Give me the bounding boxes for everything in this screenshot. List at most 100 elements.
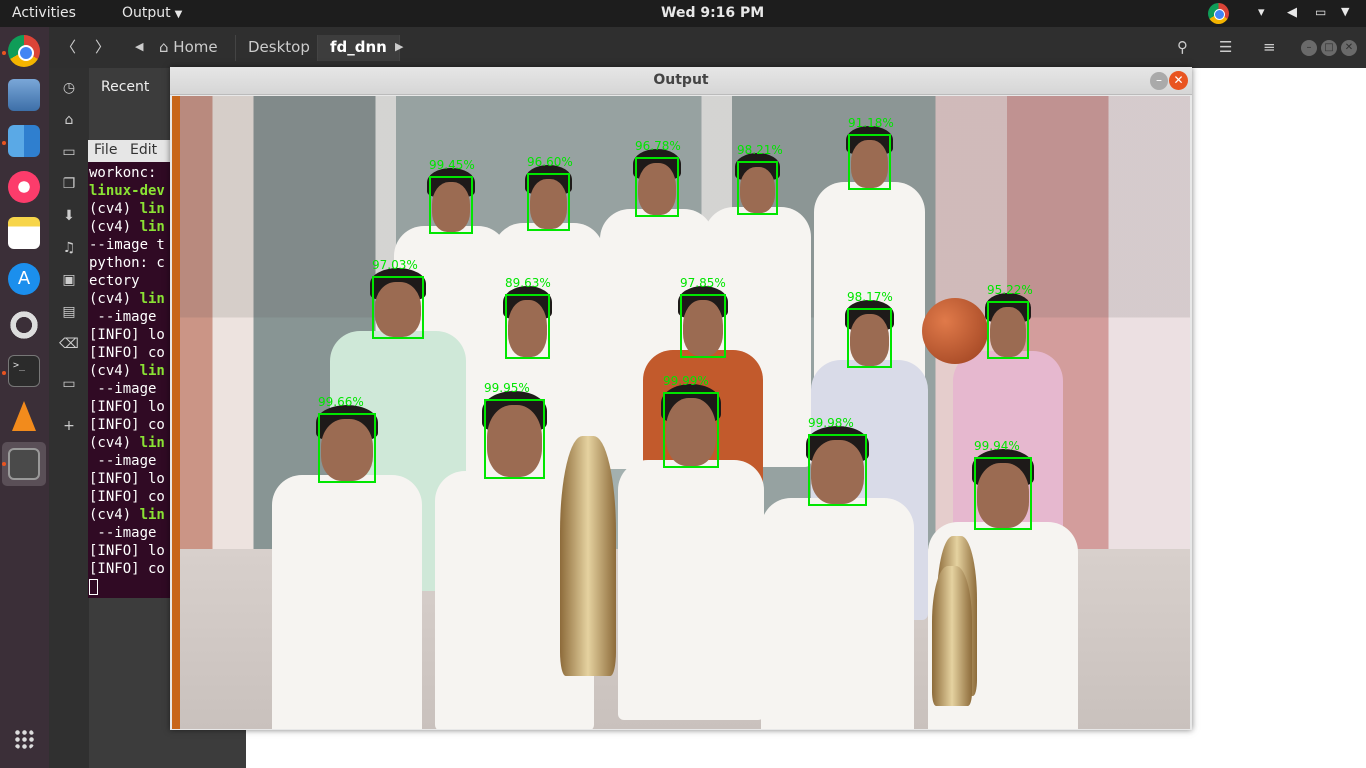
forward-icon[interactable]: 〉 <box>95 35 121 61</box>
face-detection-box <box>484 399 545 479</box>
minimize-icon[interactable]: – <box>1301 40 1317 56</box>
photo-frame-edge <box>172 96 180 729</box>
file-manager-header: 〈 〉 ◀ ⌂ Home Desktop fd_dnn ▶ ⚲ ☰ ≡ – □ … <box>49 27 1366 68</box>
breadcrumb-home[interactable]: ⌂ Home <box>159 35 218 61</box>
output-titlebar[interactable]: Output – ✕ <box>170 67 1192 95</box>
documents-icon[interactable]: ❐ <box>59 174 79 194</box>
confidence-label: 97.03% <box>372 258 418 272</box>
clock[interactable]: Wed 9:16 PM <box>661 5 764 21</box>
terminal-line: (cv4) lin <box>89 435 165 451</box>
terminal-output: workonc: linux-dev (cv4) lin (cv4) lin --ima… <box>89 164 165 596</box>
view-options-icon[interactable]: ☰ <box>1219 35 1232 61</box>
close-icon[interactable]: ✕ <box>1341 40 1357 56</box>
face-detection-box <box>505 294 550 359</box>
confidence-label: 98.21% <box>737 143 783 157</box>
maximize-icon[interactable]: □ <box>1321 40 1337 56</box>
face-detection-box <box>848 134 891 190</box>
face-detection-box <box>429 176 473 234</box>
terminal-line: python: c <box>89 255 165 271</box>
downloads-icon[interactable]: ⬇ <box>59 206 79 226</box>
terminal-icon[interactable]: >_ <box>8 355 40 387</box>
app-menu-label: Output <box>122 5 171 21</box>
vlc-icon[interactable] <box>8 401 40 433</box>
help-icon[interactable] <box>8 309 40 341</box>
confidence-label: 99.45% <box>429 158 475 172</box>
breadcrumb-current[interactable]: fd_dnn <box>317 35 400 61</box>
terminal-line: (cv4) lin <box>89 363 165 379</box>
terminal-line: [INFO] lo <box>89 327 165 343</box>
close-icon[interactable]: ✕ <box>1169 71 1188 90</box>
person-body <box>618 460 764 720</box>
terminal-line: --image <box>89 381 157 397</box>
face-detection-box <box>808 434 867 506</box>
image-viewer-icon[interactable] <box>8 79 40 111</box>
folder-icon[interactable]: ▭ <box>59 374 79 394</box>
confidence-label: 91.18% <box>848 116 894 130</box>
terminal-line: [INFO] lo <box>89 543 165 559</box>
terminal-line: [INFO] co <box>89 489 165 505</box>
app-store-icon[interactable]: A <box>8 263 40 295</box>
wifi-icon[interactable]: ▾ <box>1258 5 1265 20</box>
breadcrumb-desktop[interactable]: Desktop <box>235 35 310 61</box>
terminal-line: workonc: <box>89 165 157 181</box>
music-folder-icon[interactable]: ♫ <box>59 238 79 258</box>
terminal-line: --image <box>89 453 157 469</box>
face-detection-box <box>737 161 778 215</box>
team-photo: 99.45% 96.60% 96.78% 98.21% 91.18% 97.03% 89.6… <box>172 96 1190 729</box>
activities-button[interactable]: Activities <box>12 5 76 21</box>
menu-edit[interactable]: Edit <box>130 142 157 158</box>
running-indicator <box>2 51 6 55</box>
volume-icon[interactable]: ◀ <box>1287 5 1297 20</box>
breadcrumb-scroll-left-icon[interactable]: ◀ <box>135 35 143 61</box>
hamburger-menu-icon[interactable]: ≡ <box>1263 35 1276 61</box>
chrome-tray-icon[interactable] <box>1208 3 1229 24</box>
power-menu-icon[interactable]: ▼ <box>1341 5 1349 18</box>
add-location-icon[interactable]: + <box>59 416 79 436</box>
videos-icon[interactable]: ▤ <box>59 302 79 322</box>
confidence-label: 99.94% <box>974 439 1020 453</box>
confidence-label: 96.78% <box>635 139 681 153</box>
running-indicator <box>2 141 6 145</box>
confidence-label: 98.17% <box>847 290 893 304</box>
recent-icon[interactable]: ◷ <box>59 78 79 98</box>
terminal-line: [INFO] co <box>89 417 165 433</box>
confidence-label: 99.95% <box>484 381 530 395</box>
minimize-icon[interactable]: – <box>1150 72 1168 90</box>
confidence-label: 97.85% <box>680 276 726 290</box>
battery-icon[interactable]: ▭ <box>1315 5 1326 19</box>
app-menu[interactable]: Output ▼ <box>122 5 182 21</box>
chrome-icon[interactable] <box>8 35 40 67</box>
terminal-line: (cv4) lin <box>89 219 165 235</box>
breadcrumb-home-label: Home <box>173 38 218 56</box>
show-apps-icon[interactable] <box>14 729 34 749</box>
terminal-line: [INFO] co <box>89 561 165 577</box>
output-window-icon[interactable] <box>8 448 40 480</box>
music-icon[interactable] <box>8 171 40 203</box>
face-detection-box <box>635 157 679 217</box>
face-detection-box <box>680 294 726 358</box>
home-icon: ⌂ <box>159 38 174 56</box>
home-icon[interactable]: ⌂ <box>59 110 79 130</box>
dock: A >_ <box>0 27 49 768</box>
search-icon[interactable]: ⚲ <box>1177 35 1193 61</box>
terminal-line: ectory <box>89 273 140 289</box>
confidence-label: 99.98% <box>808 416 854 430</box>
notes-icon[interactable] <box>8 217 40 249</box>
back-icon[interactable]: 〈 <box>61 35 87 61</box>
basketball-image <box>922 298 988 364</box>
menu-file[interactable]: File <box>94 142 117 158</box>
breadcrumb-scroll-right-icon[interactable]: ▶ <box>395 35 403 61</box>
face-detection-box <box>372 276 424 339</box>
finder-icon[interactable] <box>8 125 40 157</box>
pictures-icon[interactable]: ▣ <box>59 270 79 290</box>
terminal-cursor <box>89 579 98 595</box>
person-body <box>760 498 915 729</box>
confidence-label: 99.66% <box>318 395 364 409</box>
terminal-window[interactable]: File Edit workonc: linux-dev (cv4) lin (cv4… <box>88 140 170 598</box>
face-detection-box <box>987 301 1029 359</box>
sidebar-item-recent[interactable]: Recent <box>101 79 149 95</box>
running-indicator <box>2 462 6 466</box>
face-detection-box <box>527 173 570 231</box>
desktop-icon[interactable]: ▭ <box>59 142 79 162</box>
trash-icon[interactable]: ⌫ <box>59 334 79 354</box>
